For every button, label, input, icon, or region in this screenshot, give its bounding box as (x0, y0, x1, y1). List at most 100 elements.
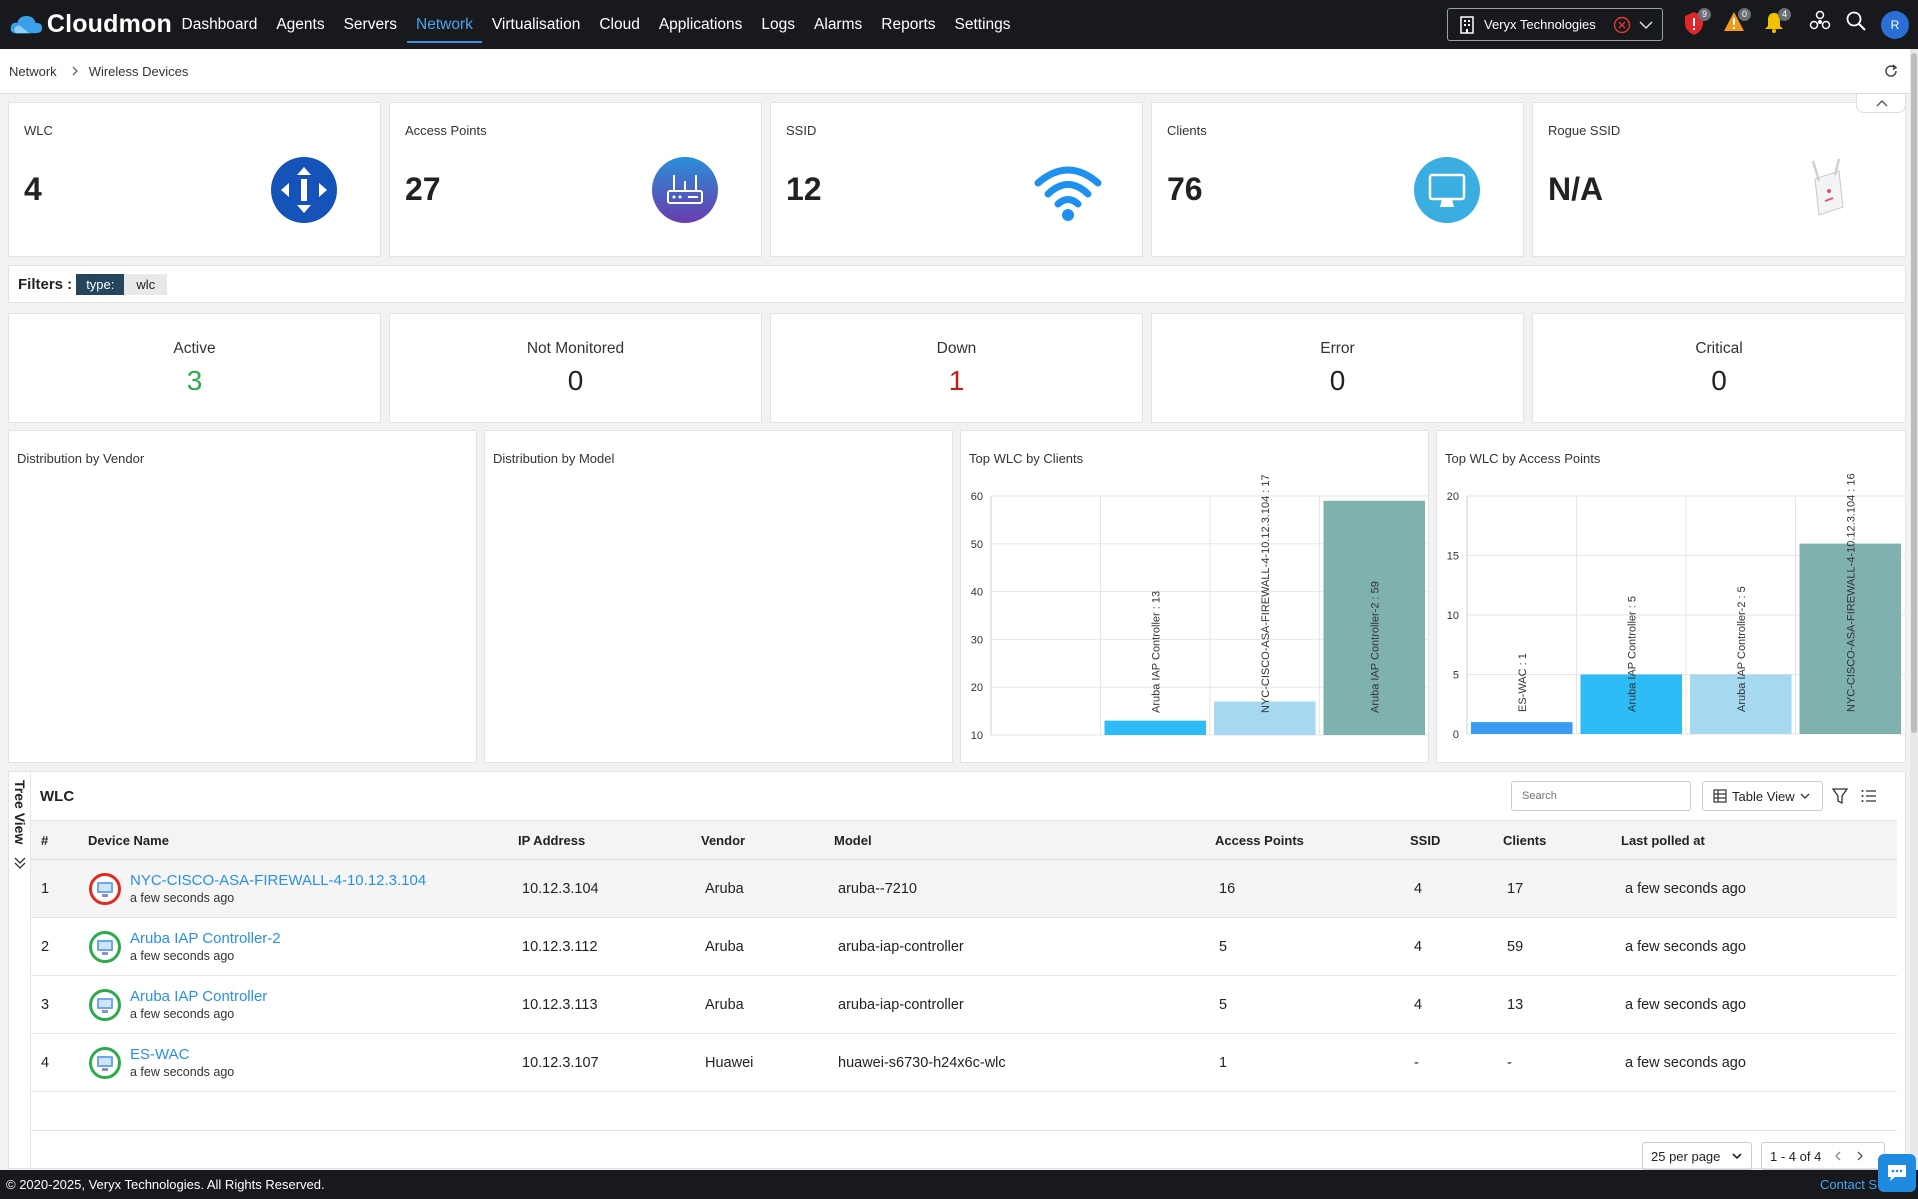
nav-item-agents[interactable]: Agents (267, 0, 334, 49)
router-icon (652, 157, 718, 223)
status-card-error[interactable]: Error 0 (1151, 313, 1524, 423)
hub-icon (1809, 10, 1831, 30)
status-value: 0 (1329, 365, 1346, 396)
column-settings-icon[interactable] (1860, 787, 1878, 805)
nav-item-virtualisation[interactable]: Virtualisation (482, 0, 589, 49)
breadcrumb-network[interactable]: Network (9, 64, 57, 79)
device-name-link[interactable]: Aruba IAP Controller (130, 988, 267, 1005)
nav-item-cloud[interactable]: Cloud (590, 0, 650, 49)
device-name-link[interactable]: Aruba IAP Controller-2 (130, 930, 281, 947)
clients-bar-chart: 10 20 30 40 50 60 Aruba IAP Controller : 13 NYC… (971, 474, 1429, 742)
app-logo[interactable]: Cloudmon (10, 10, 172, 40)
collapse-tab[interactable] (1856, 94, 1906, 113)
panel-title: Distribution by Model (493, 451, 615, 466)
access-points-count: 5 (1219, 938, 1228, 955)
app-name: Cloudmon (46, 10, 172, 38)
column-header-model[interactable]: Model (824, 821, 1205, 860)
table-row[interactable]: 1 NYC-CISCO-ASA-FIREWALL-4-10.12.3.104 a… (31, 859, 1897, 918)
nav-item-logs[interactable]: Logs (752, 0, 805, 49)
clear-tenant-icon[interactable] (1613, 16, 1631, 34)
nav-item-dashboard[interactable]: Dashboard (172, 0, 267, 49)
status-card-not-monitored[interactable]: Not Monitored 0 (389, 313, 762, 423)
status-card-down[interactable]: Down 1 (770, 313, 1143, 423)
global-search-button[interactable] (1845, 10, 1867, 40)
nav-item-alarms[interactable]: Alarms (805, 0, 872, 49)
nav-item-applications[interactable]: Applications (649, 0, 752, 49)
warning-alerts[interactable]: 0 (1723, 8, 1751, 40)
status-title: Down (936, 340, 977, 357)
user-avatar[interactable]: R (1881, 11, 1909, 39)
device-name-link[interactable]: NYC-CISCO-ASA-FIREWALL-4-10.12.3.104 (130, 872, 426, 889)
tree-view-toggle[interactable]: Tree View (9, 772, 31, 1170)
status-card-critical[interactable]: Critical 0 (1532, 313, 1906, 423)
nav-item-network[interactable]: Network (406, 0, 483, 49)
notifications[interactable]: 4 (1763, 8, 1791, 40)
y-tick-label: 40 (971, 587, 983, 599)
per-page-select[interactable]: 25 per page (1642, 1142, 1752, 1170)
column-header-vendor[interactable]: Vendor (691, 821, 824, 860)
y-tick-label: 5 (1453, 670, 1459, 682)
scrollbar-thumb[interactable] (1911, 53, 1917, 733)
y-tick-label: 30 (971, 634, 983, 646)
breadcrumb: Network Wireless Devices (0, 49, 1918, 94)
model: huawei-s6730-h24x6c-wlc (838, 1054, 1006, 1071)
wifi-icon (1034, 166, 1102, 221)
page-scrollbar[interactable] (1910, 49, 1918, 1170)
status-card-active[interactable]: Active 3 (8, 313, 381, 423)
device-status-icon (89, 930, 121, 963)
filter-icon[interactable] (1831, 787, 1849, 805)
model: aruba-iap-controller (838, 996, 964, 1013)
chevron-down-icon[interactable] (1639, 20, 1653, 30)
nav-item-servers[interactable]: Servers (334, 0, 406, 49)
column-header-last-polled-at[interactable]: Last polled at (1611, 821, 1897, 860)
bar-data-label: ES-WAC : 1 (1517, 653, 1529, 712)
tenant-selector[interactable]: Veryx Technologies (1447, 8, 1663, 41)
column-header-access-points[interactable]: Access Points (1205, 821, 1400, 860)
device-name-link[interactable]: ES-WAC (130, 1046, 234, 1063)
bar-data-label: Aruba IAP Controller-2 : 59 (1369, 581, 1381, 713)
column-header-index[interactable]: # (31, 821, 78, 860)
kpi-title: Access Points (405, 123, 487, 138)
refresh-icon[interactable] (1883, 63, 1899, 79)
integrations-button[interactable] (1809, 10, 1831, 40)
kpi-card-access-points[interactable]: Access Points 27 (389, 102, 762, 257)
kpi-card-ssid[interactable]: SSID 12 (770, 102, 1143, 257)
chat-button[interactable] (1878, 1154, 1916, 1192)
nav-item-settings[interactable]: Settings (945, 0, 1020, 49)
column-header-ssid[interactable]: SSID (1400, 821, 1493, 860)
view-selector-label: Table View (1732, 788, 1795, 804)
ip-address: 10.12.3.112 (522, 938, 598, 955)
kpi-card-wlc[interactable]: WLC 4 (8, 102, 381, 257)
ssid-count: 4 (1414, 880, 1423, 897)
bar-es-wac[interactable] (1471, 722, 1573, 734)
kpi-value: N/A (1548, 171, 1604, 207)
search-icon (1846, 11, 1866, 31)
view-selector[interactable]: Table View (1702, 781, 1823, 811)
column-header-clients[interactable]: Clients (1493, 821, 1611, 860)
filter-key-chip[interactable]: type: (76, 273, 125, 295)
row-number: 2 (41, 938, 50, 955)
prev-page-icon[interactable] (1833, 1151, 1843, 1161)
column-header-device-name[interactable]: Device Name (78, 821, 508, 860)
kpi-card-clients[interactable]: Clients 76 (1151, 102, 1524, 257)
table-row[interactable]: 2 Aruba IAP Controller-2 a few seconds a… (31, 918, 1897, 976)
security-alerts[interactable]: 9 (1683, 8, 1711, 40)
bar-data-label: Aruba IAP Controller : 5 (1626, 596, 1638, 712)
contact-support-link[interactable]: Contact S (1820, 1177, 1877, 1192)
table-row[interactable]: 3 Aruba IAP Controller a few seconds ago… (31, 976, 1897, 1034)
table-row[interactable]: 4 ES-WAC a few seconds ago 10.12.3.107 H… (31, 1034, 1897, 1092)
table-search-input[interactable] (1511, 781, 1691, 811)
ip-address: 10.12.3.113 (522, 996, 598, 1013)
last-polled: a few seconds ago (1625, 996, 1746, 1013)
kpi-card-rogue-ssid[interactable]: Rogue SSID N/A (1532, 102, 1906, 257)
nav-item-reports[interactable]: Reports (872, 0, 945, 49)
bar-aruba-iap-controller[interactable] (1104, 720, 1207, 735)
per-page-label: 25 per page (1651, 1148, 1721, 1164)
cloud-logo-icon (10, 15, 43, 33)
filters-label: Filters : (18, 275, 73, 293)
filter-value-chip[interactable]: wlc (124, 273, 168, 295)
clients-count: - (1507, 1054, 1512, 1071)
next-page-icon[interactable] (1855, 1151, 1865, 1161)
last-polled: a few seconds ago (1625, 880, 1746, 897)
column-header-ip-address[interactable]: IP Address (508, 821, 691, 860)
